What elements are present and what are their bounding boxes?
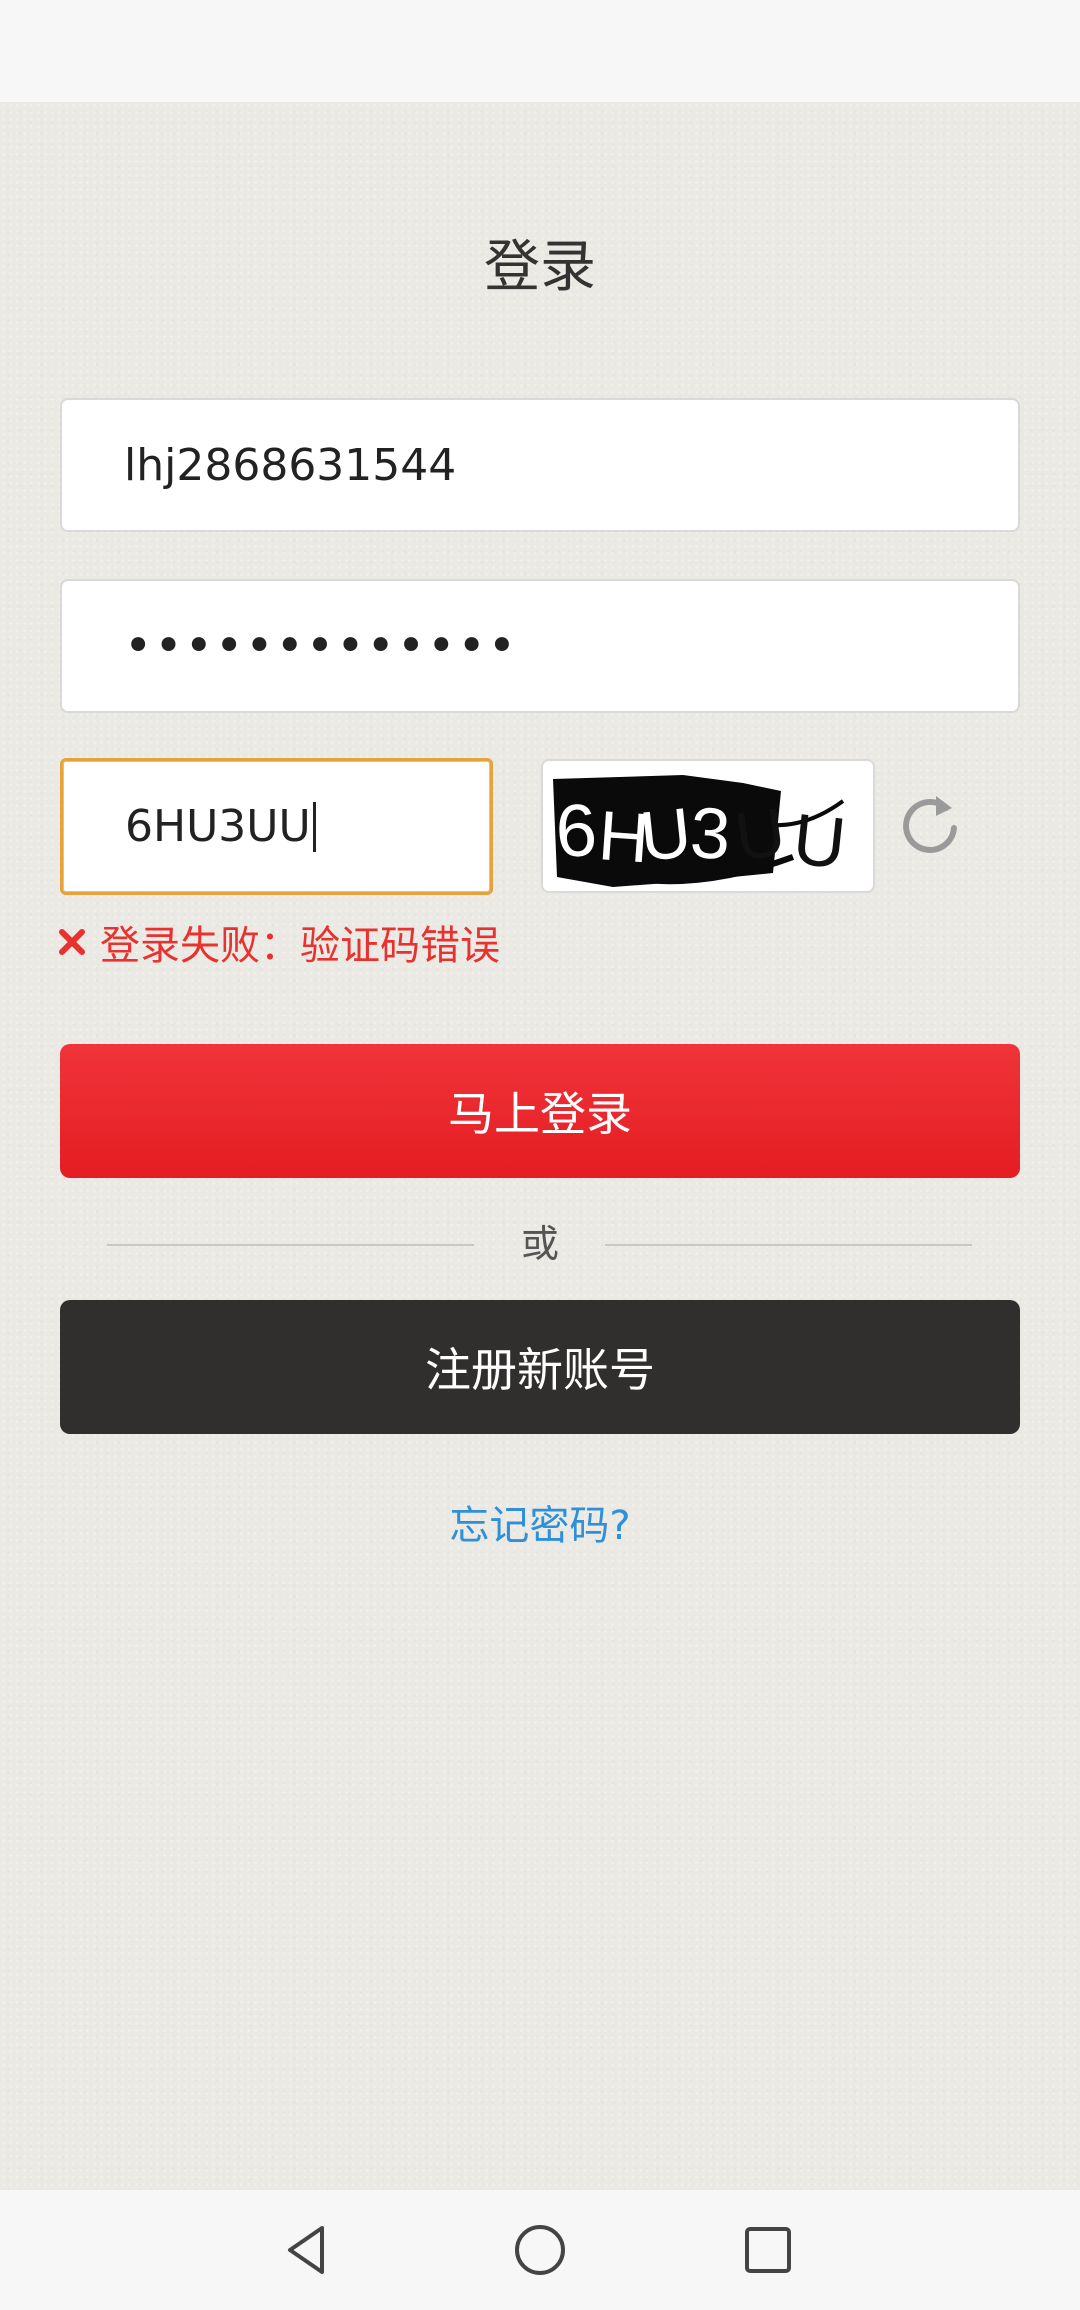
svg-text:U: U bbox=[789, 799, 849, 884]
login-button[interactable]: 马上登录 bbox=[60, 1044, 1020, 1178]
back-triangle-icon[interactable] bbox=[278, 2220, 338, 2280]
captcha-graphic: 6 H U 3 U U bbox=[553, 775, 849, 887]
register-button[interactable]: 注册新账号 bbox=[60, 1300, 1020, 1434]
svg-text:6: 6 bbox=[553, 788, 598, 873]
text-cursor bbox=[312, 801, 316, 852]
username-value: lhj2868631544 bbox=[124, 439, 457, 491]
svg-text:U: U bbox=[636, 793, 694, 876]
divider-or-label: 或 bbox=[520, 1222, 559, 1266]
page-title: 登录 bbox=[484, 235, 596, 300]
divider-right bbox=[605, 1244, 972, 1246]
error-message-row: 登录失败：验证码错误 bbox=[58, 912, 500, 972]
username-field[interactable]: lhj2868631544 bbox=[60, 398, 1020, 532]
divider-left bbox=[107, 1244, 474, 1246]
error-message: 登录失败：验证码错误 bbox=[100, 923, 500, 969]
system-nav-bar bbox=[0, 2190, 1080, 2310]
status-bar bbox=[0, 0, 1080, 102]
captcha-input[interactable]: 6HU3UU bbox=[60, 758, 493, 895]
close-icon bbox=[59, 929, 85, 955]
password-value: ••••••••••••• bbox=[124, 618, 519, 674]
refresh-icon[interactable] bbox=[902, 788, 962, 856]
captcha-input-value: 6HU3UU bbox=[125, 801, 311, 852]
svg-text:U: U bbox=[731, 794, 790, 876]
recent-square-icon[interactable] bbox=[738, 2220, 798, 2280]
home-circle-icon[interactable] bbox=[510, 2220, 570, 2280]
captcha-image[interactable]: 6 H U 3 U U bbox=[541, 759, 875, 893]
forgot-password-link[interactable]: 忘记密码? bbox=[0, 1496, 1080, 1556]
password-field[interactable]: ••••••••••••• bbox=[60, 579, 1020, 713]
svg-text:3: 3 bbox=[688, 793, 732, 875]
